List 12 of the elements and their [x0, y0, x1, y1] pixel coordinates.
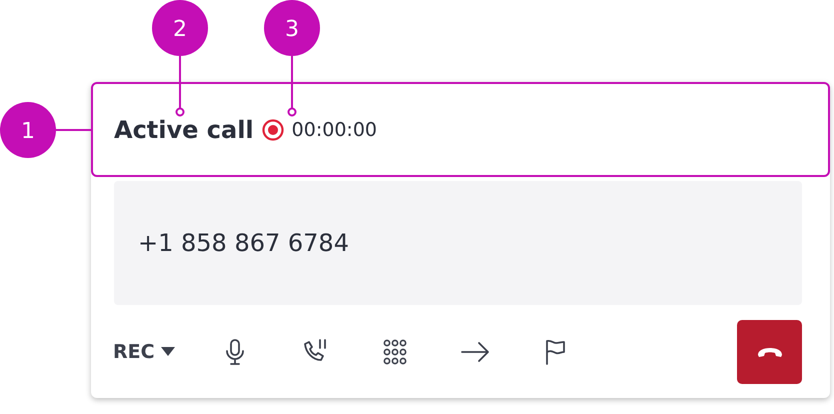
call-title: Active call [114, 116, 254, 144]
hang-up-button[interactable] [737, 320, 802, 384]
record-dropdown[interactable]: REC [113, 340, 175, 362]
call-timer: 00:00:00 [292, 118, 377, 140]
phone-number: +1 858 867 6784 [114, 181, 802, 305]
caret-icon [160, 347, 175, 356]
callout-number: 2 [173, 17, 187, 42]
callout-marker [152, 0, 208, 56]
callout-number: 1 [21, 119, 35, 144]
callout-marker [0, 102, 56, 158]
callout-marker [264, 0, 320, 56]
callout-number: 3 [285, 17, 299, 42]
